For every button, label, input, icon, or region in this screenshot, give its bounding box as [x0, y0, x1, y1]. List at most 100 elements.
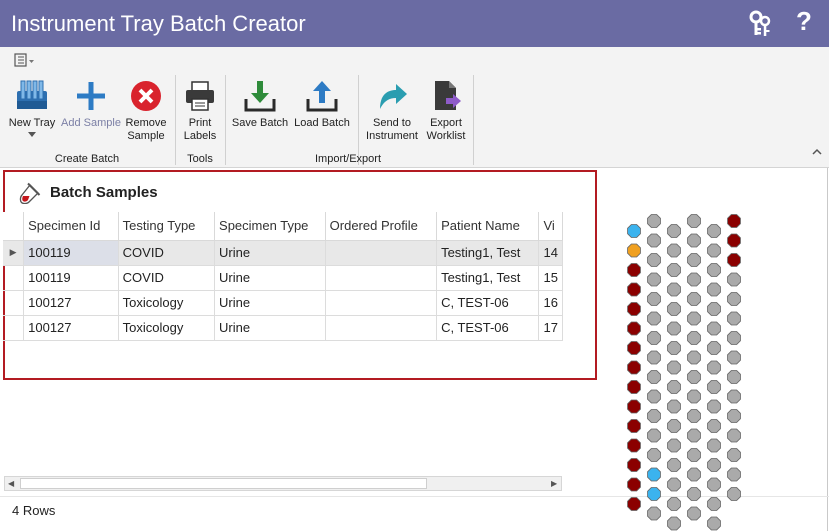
tray-slot-blue[interactable]: [647, 467, 661, 482]
cell-testing-type[interactable]: Toxicology: [118, 315, 216, 341]
tray-slot-empty[interactable]: [687, 389, 701, 404]
load-batch-button[interactable]: Load Batch: [292, 79, 352, 130]
help-button[interactable]: ?: [796, 6, 812, 37]
tray-slot-blue[interactable]: [627, 224, 641, 238]
tray-slot-empty[interactable]: [667, 321, 681, 336]
tray-slot-empty[interactable]: [707, 380, 721, 394]
column-header-specimen-id[interactable]: Specimen Id: [23, 212, 119, 241]
cell-testing-type[interactable]: COVID: [118, 240, 216, 266]
tray-slot-dark_red[interactable]: [627, 321, 641, 336]
tray-slot-dark_red[interactable]: [727, 214, 741, 228]
tray-slot-empty[interactable]: [687, 272, 701, 287]
tray-slot-empty[interactable]: [707, 497, 721, 511]
cell-specimen-id[interactable]: 100127: [23, 290, 119, 316]
tray-slot-empty[interactable]: [647, 214, 661, 228]
tray-slot-empty[interactable]: [647, 253, 661, 267]
cell-patient-name[interactable]: C, TEST-06: [436, 290, 540, 316]
cell-specimen-type[interactable]: Urine: [214, 240, 326, 266]
tray-slot-empty[interactable]: [647, 389, 661, 404]
tray-slot-empty[interactable]: [707, 477, 721, 492]
send-to-instrument-button[interactable]: Send to Instrument: [362, 79, 422, 143]
tray-slot-empty[interactable]: [667, 458, 681, 472]
tray-slot-empty[interactable]: [707, 243, 721, 258]
tray-slot-empty[interactable]: [647, 311, 661, 326]
tray-slot-empty[interactable]: [727, 272, 741, 287]
tray-slot-empty[interactable]: [727, 428, 741, 443]
tray-slot-empty[interactable]: [727, 311, 741, 326]
save-batch-button[interactable]: Save Batch: [230, 79, 290, 130]
tray-slot-empty[interactable]: [707, 458, 721, 472]
batch-samples-grid[interactable]: Specimen Id Testing Type Specimen Type O…: [3, 212, 563, 342]
scrollbar-thumb[interactable]: [20, 478, 427, 489]
tray-slot-empty[interactable]: [687, 487, 701, 501]
tray-slot-dark_red[interactable]: [627, 380, 641, 394]
tray-slot-empty[interactable]: [707, 438, 721, 453]
print-labels-button[interactable]: Print Labels: [178, 79, 222, 143]
scroll-left-icon[interactable]: ◀: [8, 477, 14, 490]
tray-slot-dark_red[interactable]: [627, 399, 641, 414]
tray-slot-empty[interactable]: [687, 214, 701, 228]
table-row[interactable]: 100127 Toxicology Urine C, TEST-06 16: [3, 290, 563, 316]
tray-slot-empty[interactable]: [707, 360, 721, 375]
cell-patient-name[interactable]: Testing1, Test: [436, 265, 540, 291]
tray-slot-empty[interactable]: [687, 233, 701, 248]
new-tray-button[interactable]: New Tray: [6, 79, 58, 137]
tray-slot-empty[interactable]: [707, 399, 721, 414]
tray-slot-dark_red[interactable]: [627, 438, 641, 453]
tray-slot-dark_red[interactable]: [627, 477, 641, 492]
column-header-visit[interactable]: Vi: [538, 212, 563, 241]
cell-specimen-id[interactable]: 100127: [23, 315, 119, 341]
tray-slot-dark_red[interactable]: [627, 263, 641, 277]
tray-slot-empty[interactable]: [707, 263, 721, 277]
tray-slot-empty[interactable]: [687, 350, 701, 365]
tray-slot-empty[interactable]: [707, 224, 721, 238]
cell-visit[interactable]: 16: [538, 290, 563, 316]
tray-slot-dark_red[interactable]: [627, 302, 641, 316]
tray-slot-empty[interactable]: [667, 243, 681, 258]
tray-slot-empty[interactable]: [667, 282, 681, 297]
cell-specimen-type[interactable]: Urine: [214, 265, 326, 291]
tray-slot-empty[interactable]: [707, 321, 721, 336]
tray-slot-empty[interactable]: [667, 302, 681, 316]
quick-access-menu-icon[interactable]: [14, 53, 40, 67]
tray-slot-empty[interactable]: [707, 419, 721, 433]
keys-icon[interactable]: [747, 10, 773, 38]
tray-slot-dark_red[interactable]: [627, 419, 641, 433]
cell-ordered-profile[interactable]: [325, 290, 438, 316]
export-worklist-button[interactable]: Export Worklist: [422, 79, 470, 143]
tray-slot-dark_red[interactable]: [727, 233, 741, 248]
tray-slot-orange[interactable]: [627, 243, 641, 258]
column-header-specimen-type[interactable]: Specimen Type: [214, 212, 326, 241]
tray-slot-empty[interactable]: [687, 467, 701, 482]
tray-slot-empty[interactable]: [727, 467, 741, 482]
cell-specimen-type[interactable]: Urine: [214, 315, 326, 341]
cell-patient-name[interactable]: Testing1, Test: [436, 240, 540, 266]
tray-slot-blue[interactable]: [647, 487, 661, 501]
tray-slot-empty[interactable]: [707, 516, 721, 531]
tray-slot-empty[interactable]: [647, 350, 661, 365]
tray-slot-empty[interactable]: [647, 233, 661, 248]
tray-slot-empty[interactable]: [727, 370, 741, 384]
tray-slot-empty[interactable]: [667, 497, 681, 511]
tray-slot-dark_red[interactable]: [627, 458, 641, 472]
add-sample-button[interactable]: Add Sample: [61, 79, 121, 130]
column-header-testing-type[interactable]: Testing Type: [118, 212, 216, 241]
cell-visit[interactable]: 17: [538, 315, 563, 341]
table-row[interactable]: ▶ 100119 COVID Urine Testing1, Test 14: [3, 240, 563, 266]
tray-slot-empty[interactable]: [687, 311, 701, 326]
tray-slot-empty[interactable]: [687, 253, 701, 267]
column-header-ordered-profile[interactable]: Ordered Profile: [325, 212, 438, 241]
tray-slot-dark_red[interactable]: [627, 360, 641, 375]
tray-slot-empty[interactable]: [707, 302, 721, 316]
tray-slot-empty[interactable]: [687, 506, 701, 521]
tray-slot-empty[interactable]: [647, 292, 661, 306]
tray-slot-empty[interactable]: [727, 331, 741, 345]
tray-slot-empty[interactable]: [707, 282, 721, 297]
tray-slot-dark_red[interactable]: [627, 282, 641, 297]
tray-slot-empty[interactable]: [647, 331, 661, 345]
tray-slot-empty[interactable]: [687, 370, 701, 384]
tray-slot-empty[interactable]: [647, 448, 661, 462]
tray-slot-empty[interactable]: [667, 419, 681, 433]
tray-slot-empty[interactable]: [687, 448, 701, 462]
cell-ordered-profile[interactable]: [325, 265, 438, 291]
